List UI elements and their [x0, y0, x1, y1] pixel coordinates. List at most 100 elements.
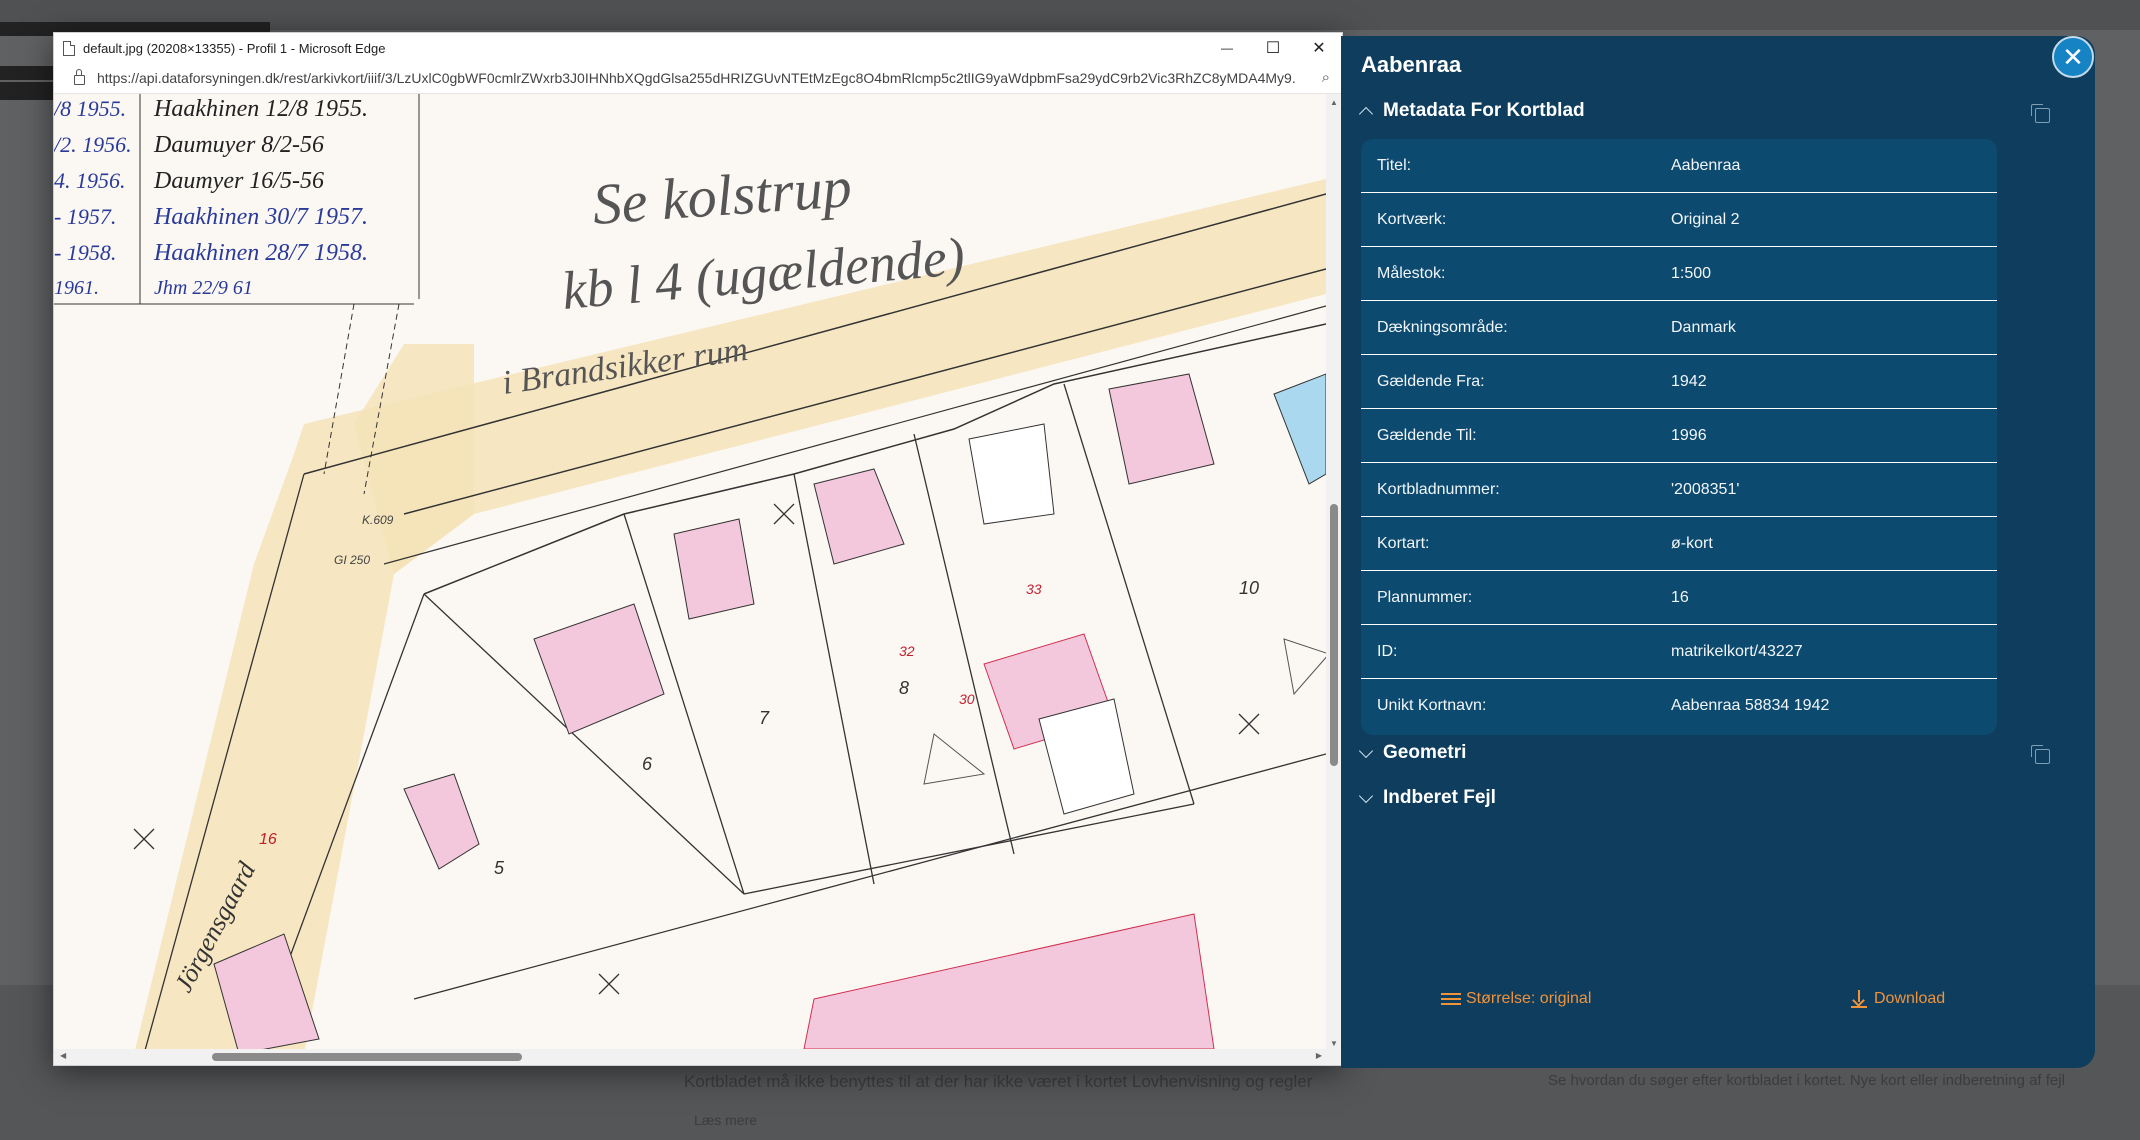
background-topbar [0, 0, 2140, 30]
download-button-label: Download [1874, 990, 1946, 1007]
road-band [135, 179, 1326, 1049]
menu-icon [1441, 993, 1461, 1005]
small-label: K.609 [362, 513, 394, 527]
meta-key: Kortbladnummer: [1377, 481, 1500, 498]
meta-key: Plannummer: [1377, 589, 1473, 606]
copy-icon[interactable] [2031, 745, 2050, 764]
panel-title: Aabenraa [1361, 52, 1462, 77]
background-footer-link[interactable]: Læs mere [694, 1112, 757, 1128]
survey-cross [1238, 713, 1260, 735]
table-row: Gældende Fra: 1942 [1361, 355, 1997, 409]
url-text[interactable]: https://api.dataforsyningen.dk/rest/arki… [97, 70, 1297, 86]
table-row: Gældende Til: 1996 [1361, 409, 1997, 463]
background-footer-left: Kortbladet må ikke benyttes til at der h… [684, 1072, 1313, 1091]
building [673, 518, 755, 620]
meta-value: Original 2 [1671, 211, 1740, 228]
building [533, 603, 665, 735]
copy-icon[interactable] [2031, 104, 2050, 123]
size-button[interactable]: Størrelse: original [1441, 990, 1591, 1008]
plot-number: 10 [1239, 578, 1259, 598]
size-button-label: Størrelse: original [1466, 990, 1592, 1007]
background-nav-block [0, 82, 60, 100]
close-icon: ✕ [2062, 42, 2084, 72]
log-date: /2. 1956. [54, 132, 132, 157]
map-heading: Se kolstrup [590, 154, 853, 237]
horizontal-scrollbar[interactable]: ◀ ▶ [54, 1049, 1326, 1065]
meta-value: 1942 [1671, 373, 1707, 390]
log-date: /8 1955. [54, 96, 126, 121]
log-sign: Jhm 22/9 61 [154, 277, 253, 299]
survey-cross [598, 973, 620, 995]
meta-key: Målestok: [1377, 265, 1446, 282]
log-sign: Haakhinen 28/7 1958. [153, 240, 368, 266]
scroll-up-icon[interactable]: ▲ [1330, 98, 1338, 107]
vertical-scrollbar[interactable]: ▲ ▼ [1326, 94, 1342, 1065]
section-errors-label: Indberet Fejl [1383, 787, 1496, 808]
small-label: GI 250 [334, 553, 370, 567]
close-panel-button[interactable]: ✕ [2052, 36, 2094, 78]
meta-value: matrikelkort/43227 [1671, 643, 1803, 660]
log-date: - 1957. [54, 204, 116, 229]
table-row: Dækningsområde: Danmark [1361, 301, 1997, 355]
meta-key: Gældende Fra: [1377, 373, 1485, 390]
building [813, 468, 905, 565]
section-geometry-toggle[interactable]: Geometri [1358, 742, 1467, 764]
section-metadata-toggle[interactable]: Metadata For Kortblad [1358, 100, 1585, 122]
scroll-down-icon[interactable]: ▼ [1330, 1039, 1338, 1048]
vertical-scroll-thumb[interactable] [1330, 504, 1338, 766]
section-errors-toggle[interactable]: Indberet Fejl [1358, 787, 1496, 809]
small-label: 30 [959, 691, 975, 707]
chevron-up-icon [1358, 106, 1374, 122]
meta-key: Titel: [1377, 157, 1412, 174]
chevron-down-icon [1358, 743, 1374, 759]
table-row: ID: matrikelkort/43227 [1361, 625, 1997, 679]
survey-triangle [923, 733, 986, 785]
chevron-down-icon [1358, 788, 1374, 804]
survey-cross [133, 828, 155, 850]
log-sign: Haakhinen 30/7 1957. [153, 204, 368, 230]
section-geometry-label: Geometri [1383, 742, 1467, 763]
document-icon [63, 40, 75, 56]
address-bar[interactable]: https://api.dataforsyningen.dk/rest/arki… [54, 63, 1342, 94]
building [968, 423, 1055, 525]
zoom-icon[interactable]: ⌕ [1322, 69, 1330, 86]
small-label: 32 [899, 643, 915, 659]
building [403, 773, 480, 870]
meta-value: 16 [1671, 589, 1689, 606]
log-date: 1961. [54, 277, 99, 299]
log-date: 4. 1956. [54, 168, 126, 193]
meta-value: Aabenraa 58834 1942 [1671, 697, 1830, 714]
section-metadata-label: Metadata For Kortblad [1383, 100, 1585, 121]
meta-key: Gældende Til: [1377, 427, 1477, 444]
title-bar: default.jpg (20208×13355) - Profil 1 - M… [54, 33, 1342, 63]
table-row: Plannummer: 16 [1361, 571, 1997, 625]
meta-value: 1996 [1671, 427, 1707, 444]
plot-number: 6 [642, 754, 653, 774]
horizontal-scroll-thumb[interactable] [212, 1053, 522, 1061]
building [1273, 373, 1326, 485]
table-row: Kortart: ø-kort [1361, 517, 1997, 571]
window-title: default.jpg (20208×13355) - Profil 1 - M… [83, 40, 386, 56]
scroll-left-icon[interactable]: ◀ [60, 1051, 66, 1060]
building [1038, 698, 1135, 815]
plot-number: 7 [759, 708, 770, 728]
meta-value: '2008351' [1671, 481, 1740, 498]
minimize-button[interactable]: — [1204, 33, 1250, 63]
scroll-right-icon[interactable]: ▶ [1316, 1051, 1322, 1060]
maximize-button[interactable]: ☐ [1250, 33, 1296, 63]
plot-number: 5 [494, 858, 505, 878]
plot-number: 8 [899, 678, 909, 698]
close-window-button[interactable]: ✕ [1296, 33, 1342, 63]
meta-key: ID: [1377, 643, 1398, 660]
browser-window: default.jpg (20208×13355) - Profil 1 - M… [53, 32, 1343, 1066]
meta-value: Aabenraa [1671, 157, 1741, 174]
download-button[interactable]: Download [1851, 990, 1945, 1008]
cadastral-map-drawing: /8 1955. Haakhinen 12/8 1955. /2. 1956. … [54, 94, 1326, 1049]
small-label: 33 [1026, 581, 1042, 597]
meta-value: ø-kort [1671, 535, 1713, 552]
log-sign: Daumuyer 8/2-56 [153, 132, 324, 158]
log-sign: Haakhinen 12/8 1955. [153, 96, 368, 122]
table-row: Kortværk: Original 2 [1361, 193, 1997, 247]
meta-key: Kortværk: [1377, 211, 1447, 228]
map-image[interactable]: /8 1955. Haakhinen 12/8 1955. /2. 1956. … [54, 94, 1326, 1049]
